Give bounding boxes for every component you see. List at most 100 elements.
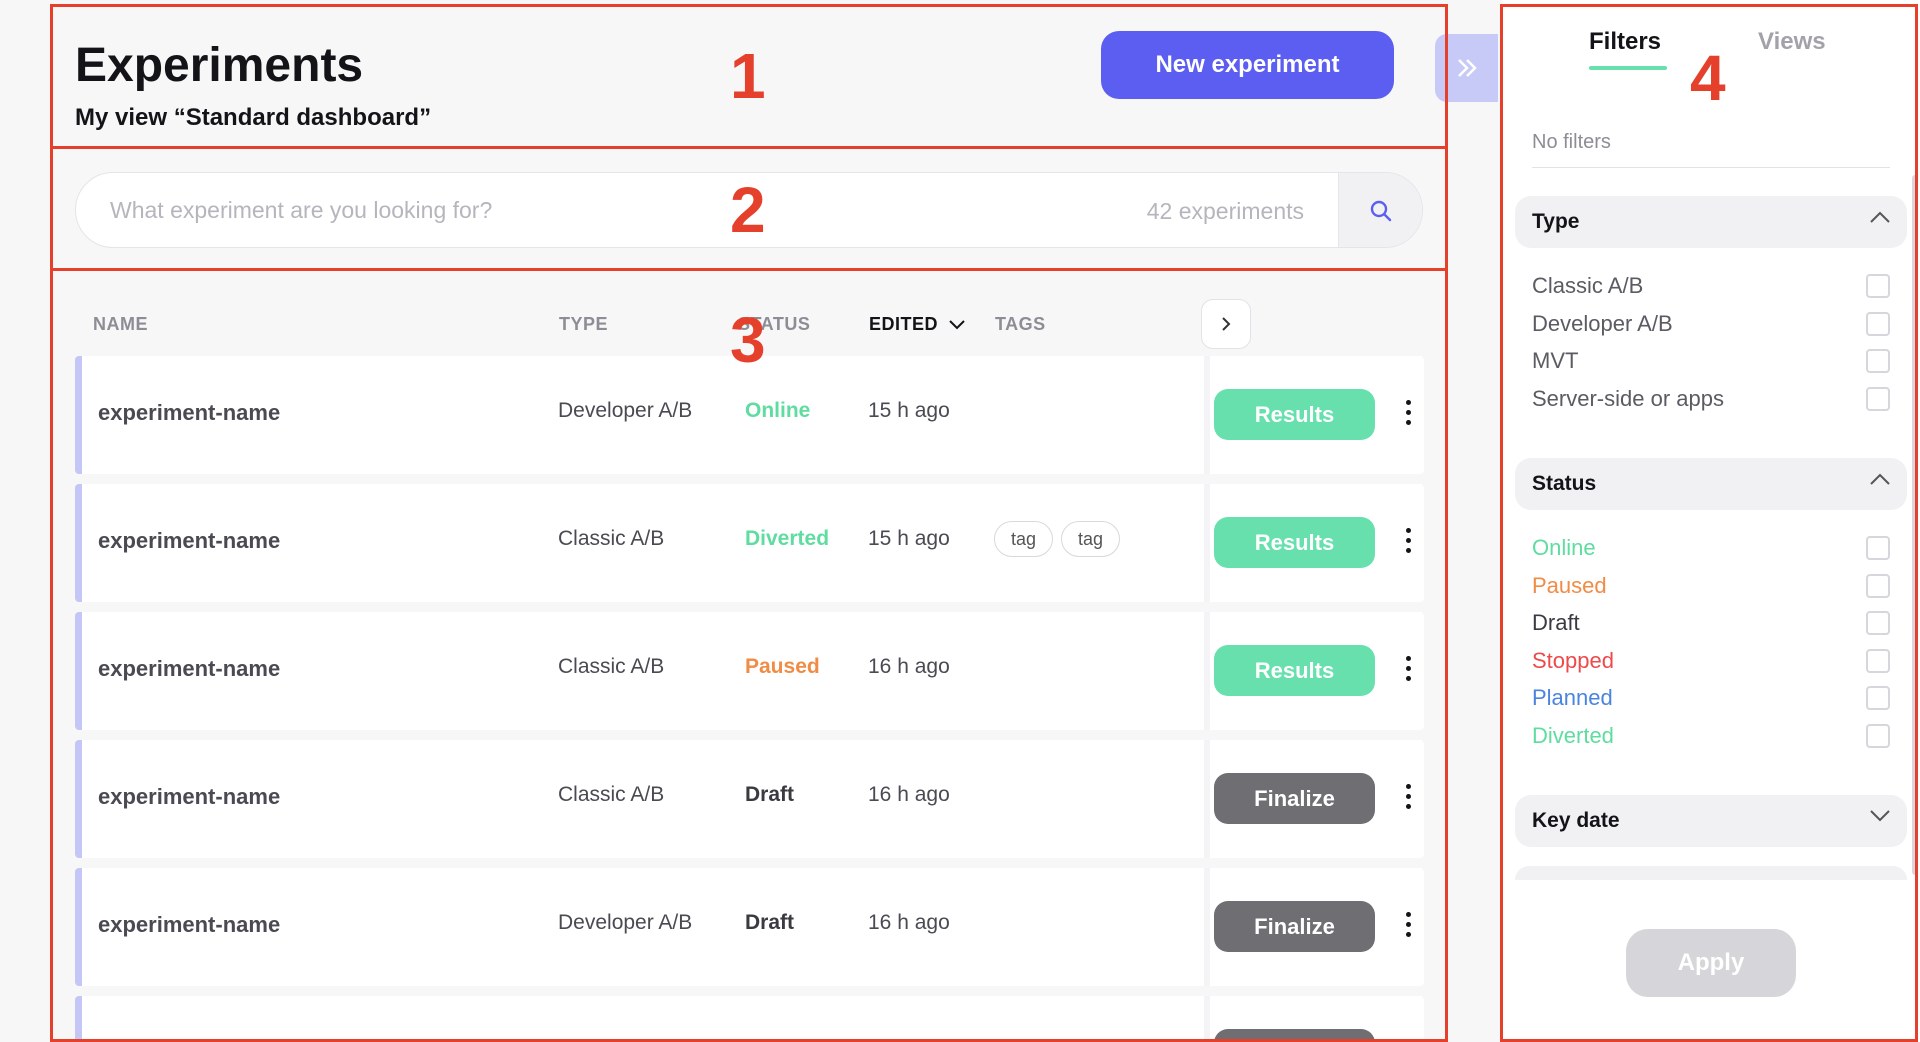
column-header-edited[interactable]: EDITED bbox=[869, 314, 966, 335]
edited-time: 16 h ago bbox=[868, 911, 950, 934]
row-actions: Finalize bbox=[1204, 868, 1431, 986]
filter-option-label: Stopped bbox=[1532, 647, 1614, 673]
filter-option-checkbox[interactable] bbox=[1866, 573, 1890, 598]
double-chevron-right-icon bbox=[1457, 59, 1477, 77]
filter-section-title: Key date bbox=[1532, 809, 1620, 832]
annotation-label-1: 1 bbox=[730, 40, 766, 112]
experiment-type: Developer A/B bbox=[558, 399, 693, 422]
filter-option-checkbox[interactable] bbox=[1866, 724, 1890, 748]
filter-section-title: Type bbox=[1532, 210, 1580, 233]
filter-option-checkbox[interactable] bbox=[1866, 349, 1890, 374]
search-input[interactable] bbox=[110, 173, 1090, 247]
filter-section-partial[interactable] bbox=[1515, 866, 1907, 880]
filter-panel bbox=[1502, 0, 1920, 1042]
active-tab-indicator bbox=[1589, 66, 1667, 70]
more-options-icon[interactable] bbox=[1398, 648, 1418, 688]
edited-time: 15 h ago bbox=[868, 399, 950, 422]
search-icon bbox=[1370, 200, 1391, 222]
tag-chip[interactable]: tag bbox=[1061, 521, 1121, 557]
experiment-name[interactable]: experiment-name bbox=[98, 784, 280, 810]
search-button[interactable] bbox=[1338, 173, 1422, 247]
filter-option-checkbox[interactable] bbox=[1866, 536, 1890, 560]
status-label: Online bbox=[745, 399, 811, 422]
table-row[interactable]: experiment-name Developer A/B Draft 16 h ag… bbox=[75, 868, 1424, 986]
filter-section-status[interactable]: Status bbox=[1515, 458, 1907, 510]
results-button[interactable]: Results bbox=[1214, 645, 1375, 696]
chevron-up-icon bbox=[1870, 473, 1890, 485]
edited-time: 15 h ago bbox=[868, 527, 950, 550]
chevron-down-icon bbox=[949, 319, 965, 329]
edited-time: 16 h ago bbox=[868, 783, 950, 806]
filter-option-checkbox[interactable] bbox=[1866, 648, 1890, 673]
table-row[interactable]: experiment-name Classic A/B Diverted 15 h a… bbox=[75, 484, 1424, 602]
filter-option-checkbox[interactable] bbox=[1866, 274, 1890, 298]
table-row[interactable]: experiment-name Classic A/B Draft 16 h ago F… bbox=[75, 740, 1424, 858]
experiment-type: Classic A/B bbox=[558, 783, 665, 806]
annotation-label-2: 2 bbox=[730, 174, 766, 246]
filter-option-checkbox[interactable] bbox=[1866, 611, 1890, 636]
chevron-up-icon bbox=[1870, 211, 1890, 223]
page-title: Experiments bbox=[75, 39, 364, 92]
chevron-down-icon bbox=[1870, 810, 1890, 822]
tag-chip[interactable]: tag bbox=[994, 521, 1054, 557]
row-actions: Results bbox=[1204, 484, 1431, 602]
more-options-icon[interactable] bbox=[1398, 392, 1418, 432]
more-options-icon[interactable] bbox=[1398, 776, 1418, 816]
column-header-edited-label: EDITED bbox=[869, 314, 939, 334]
status-label: Draft bbox=[745, 911, 795, 934]
filter-option-label: Paused bbox=[1532, 572, 1607, 598]
row-actions: Results bbox=[1204, 612, 1431, 730]
filter-section-key-date[interactable]: Key date bbox=[1515, 795, 1907, 847]
tab-views[interactable]: Views bbox=[1758, 28, 1826, 56]
column-header-tags[interactable]: TAGS bbox=[995, 314, 1046, 335]
results-button[interactable]: Results bbox=[1214, 517, 1375, 568]
chevron-right-icon bbox=[1222, 317, 1231, 331]
finalize-button[interactable]: Finalize bbox=[1214, 773, 1375, 824]
filter-option-label: MVT bbox=[1532, 348, 1579, 374]
row-actions: Results bbox=[1204, 356, 1431, 474]
column-header-type[interactable]: TYPE bbox=[559, 314, 608, 335]
experiment-name[interactable]: experiment-name bbox=[98, 912, 280, 938]
finalize-button-partial[interactable] bbox=[1214, 1029, 1375, 1042]
table-row[interactable]: experiment-name Classic A/B Paused 16 h ago… bbox=[75, 612, 1424, 730]
experiment-count: 42 experiments bbox=[1146, 198, 1304, 224]
more-options-icon[interactable] bbox=[1398, 904, 1418, 944]
filter-option-label: Draft bbox=[1532, 610, 1580, 636]
filter-option-checkbox[interactable] bbox=[1866, 686, 1890, 711]
annotation-label-4: 4 bbox=[1690, 42, 1726, 114]
filter-option-label: Planned bbox=[1532, 685, 1613, 711]
annotation-label-3: 3 bbox=[730, 304, 766, 376]
apply-button[interactable]: Apply bbox=[1626, 929, 1796, 997]
status-label: Diverted bbox=[745, 527, 830, 550]
row-actions: Finalize bbox=[1204, 740, 1431, 858]
more-options-icon[interactable] bbox=[1398, 520, 1418, 560]
results-button[interactable]: Results bbox=[1214, 389, 1375, 440]
edited-time: 16 h ago bbox=[868, 655, 950, 678]
experiment-name[interactable]: experiment-name bbox=[98, 400, 280, 426]
new-experiment-button[interactable]: New experiment bbox=[1101, 31, 1394, 99]
status-label: Draft bbox=[745, 783, 795, 806]
finalize-button[interactable]: Finalize bbox=[1214, 901, 1375, 952]
no-filters-text: No filters bbox=[1532, 131, 1611, 153]
filter-section-title: Status bbox=[1532, 472, 1597, 495]
row-actions bbox=[1204, 996, 1431, 1042]
experiment-name[interactable]: experiment-name bbox=[98, 528, 280, 554]
experiment-type: Classic A/B bbox=[558, 655, 665, 678]
expand-panel-button[interactable] bbox=[1435, 34, 1498, 102]
table-row-partial[interactable] bbox=[75, 996, 1424, 1042]
experiment-name[interactable]: experiment-name bbox=[98, 656, 280, 682]
filter-option-checkbox[interactable] bbox=[1866, 386, 1890, 411]
tab-filters[interactable]: Filters bbox=[1589, 28, 1661, 56]
experiment-type: Classic A/B bbox=[558, 527, 665, 550]
experiment-type: Developer A/B bbox=[558, 911, 693, 934]
column-header-name[interactable]: NAME bbox=[93, 314, 148, 335]
filter-option-checkbox[interactable] bbox=[1866, 311, 1890, 336]
status-label: Paused bbox=[745, 655, 820, 678]
filter-section-type[interactable]: Type bbox=[1515, 196, 1907, 248]
filter-option-label: Online bbox=[1532, 535, 1596, 560]
filter-option-label: Server-side or apps bbox=[1532, 385, 1724, 411]
page-subtitle: My view “Standard dashboard” bbox=[75, 104, 432, 131]
panel-scrollbar[interactable] bbox=[1912, 175, 1918, 875]
scroll-columns-button[interactable] bbox=[1201, 299, 1251, 349]
filter-option-label: Classic A/B bbox=[1532, 273, 1644, 298]
